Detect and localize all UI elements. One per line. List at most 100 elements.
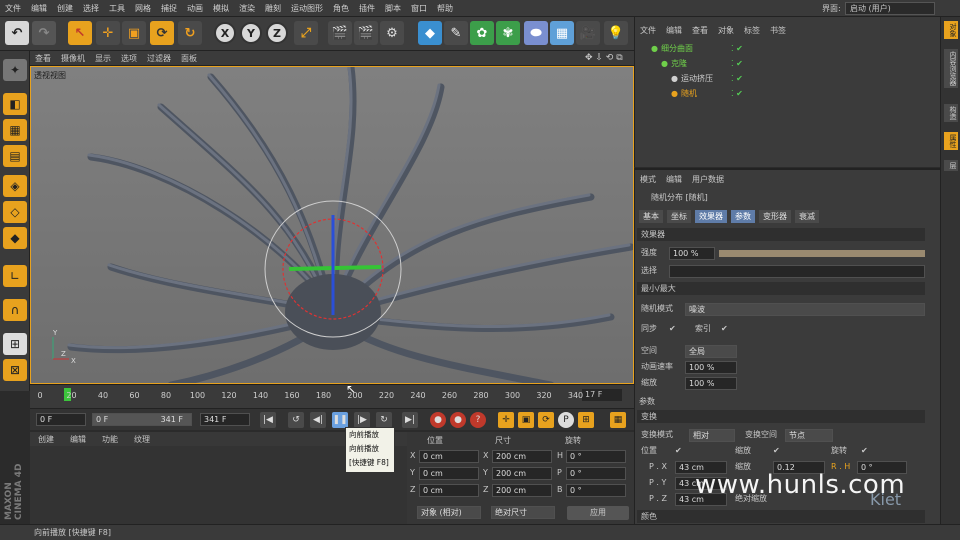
size-mode-select[interactable]: 绝对尺寸 <box>491 506 555 519</box>
object-menu-item[interactable]: 查看 <box>687 25 713 36</box>
make-editable-icon[interactable]: ✦ <box>3 59 27 81</box>
rotation-checkbox[interactable]: ✔ <box>861 444 868 458</box>
render-picture-viewer-icon[interactable]: 🎬 <box>354 21 378 45</box>
key-position-icon[interactable]: ✛ <box>498 412 514 428</box>
snap-icon[interactable]: ∩ <box>3 299 27 321</box>
attribute-menu-item[interactable]: 编辑 <box>661 174 687 185</box>
timeline-window-icon[interactable]: ▦ <box>610 412 626 428</box>
position-field[interactable]: 0 cm <box>419 484 479 497</box>
go-to-start-icon[interactable]: |◀ <box>260 412 276 428</box>
right-panel-tab[interactable]: 层 <box>944 160 958 171</box>
key-parameter-icon[interactable]: P <box>558 412 574 428</box>
floor-icon[interactable]: ▦ <box>550 21 574 45</box>
spline-pen-icon[interactable]: ✎ <box>444 21 468 45</box>
size-field[interactable]: 200 cm <box>492 467 552 480</box>
menu-item[interactable]: 雕刻 <box>260 3 286 14</box>
generator-icon[interactable]: ✿ <box>470 21 494 45</box>
object-row[interactable]: ● 克隆 ⁚ ✔ <box>635 56 941 71</box>
right-panel-tab[interactable]: 属性 <box>944 132 958 150</box>
object-menu-item[interactable]: 书签 <box>765 25 791 36</box>
menu-item[interactable]: 创建 <box>52 3 78 14</box>
coordinate-system-icon[interactable]: ⤢ <box>294 21 318 45</box>
loop-forward-icon[interactable]: ↻ <box>376 412 392 428</box>
key-scale-icon[interactable]: ▣ <box>518 412 534 428</box>
go-to-end-icon[interactable]: ▶| <box>402 412 418 428</box>
axis-mode-icon[interactable]: ∟ <box>3 265 27 287</box>
workplane-icon[interactable]: ▤ <box>3 145 27 167</box>
attribute-tab[interactable]: 坐标 <box>667 210 691 223</box>
visibility-toggle-icon[interactable]: ⁚ ✔ <box>731 86 743 101</box>
render-view-icon[interactable]: 🎬 <box>328 21 352 45</box>
rotate-icon[interactable]: ⟳ <box>150 21 174 45</box>
texture-mode-icon[interactable]: ▦ <box>3 119 27 141</box>
edges-mode-icon[interactable]: ◇ <box>3 201 27 223</box>
size-field[interactable]: 200 cm <box>492 450 552 463</box>
visibility-toggle-icon[interactable]: ⁚ ✔ <box>731 56 743 71</box>
menu-item[interactable]: 选择 <box>78 3 104 14</box>
object-menu-item[interactable]: 对象 <box>713 25 739 36</box>
step-forward-icon[interactable]: |▶ <box>354 412 370 428</box>
attribute-tab[interactable]: 衰减 <box>795 210 819 223</box>
position-field[interactable]: 0 cm <box>419 467 479 480</box>
space-select[interactable]: 全局 <box>685 345 737 358</box>
points-mode-icon[interactable]: ◈ <box>3 175 27 197</box>
minmax-section[interactable]: 最小/最大 <box>637 282 925 295</box>
object-row[interactable]: ● 运动挤压 ⁚ ✔ <box>635 71 941 86</box>
recent-tool-icon[interactable]: ↻ <box>178 21 202 45</box>
menu-item[interactable]: 网格 <box>130 3 156 14</box>
attribute-tab[interactable]: 效果器 <box>695 210 727 223</box>
strength-field[interactable]: 100 % <box>669 247 715 260</box>
attribute-menu-item[interactable]: 模式 <box>635 174 661 185</box>
visibility-toggle-icon[interactable]: ⁚ ✔ <box>731 41 743 56</box>
polygons-mode-icon[interactable]: ◆ <box>3 227 27 249</box>
menu-item[interactable]: 插件 <box>354 3 380 14</box>
attribute-tab[interactable]: 基本 <box>639 210 663 223</box>
size-field[interactable]: 200 cm <box>492 484 552 497</box>
right-panel-tab[interactable]: 对象 <box>944 21 958 39</box>
timeline-ruler[interactable]: 17 F 0 20 40 60 80 100 120 140 160 180 200 220 240 26… <box>30 384 634 408</box>
material-menu-item[interactable]: 创建 <box>30 434 62 445</box>
attribute-tab[interactable]: 变形器 <box>759 210 791 223</box>
keyframe-selection-icon[interactable]: ? <box>470 412 486 428</box>
rotation-field[interactable]: 0 ° <box>566 484 626 497</box>
index-checkbox[interactable]: ✔ <box>721 322 728 336</box>
menu-item[interactable]: 模拟 <box>208 3 234 14</box>
menu-item[interactable]: 编辑 <box>26 3 52 14</box>
live-select-icon[interactable]: ↖ <box>68 21 92 45</box>
render-settings-icon[interactable]: ⚙ <box>380 21 404 45</box>
rotation-field[interactable]: 0 ° <box>566 450 626 463</box>
viewport-menu-item[interactable]: 面板 <box>176 53 202 64</box>
current-frame-field[interactable]: 17 F <box>582 389 622 401</box>
key-rotation-icon[interactable]: ⟳ <box>538 412 554 428</box>
workplane-lock-icon[interactable]: ⊠ <box>3 359 27 381</box>
scale-field[interactable]: 100 % <box>685 377 737 390</box>
position-field[interactable]: 0 cm <box>419 450 479 463</box>
visibility-toggle-icon[interactable]: ⁚ ✔ <box>731 71 743 86</box>
scale-checkbox[interactable]: ✔ <box>773 444 780 458</box>
menu-item[interactable]: 文件 <box>0 3 26 14</box>
record-icon[interactable]: ● <box>430 412 446 428</box>
menu-item[interactable]: 帮助 <box>432 3 458 14</box>
object-menu-item[interactable]: 编辑 <box>661 25 687 36</box>
step-back-icon[interactable]: ◀| <box>310 412 326 428</box>
layout-select[interactable]: 启动 (用户) <box>845 2 935 15</box>
y-axis-lock-button[interactable]: Y <box>240 22 262 44</box>
material-menu-item[interactable]: 编辑 <box>62 434 94 445</box>
auto-key-icon[interactable]: ● <box>450 412 466 428</box>
mograph-cloner-icon[interactable]: ✾ <box>496 21 520 45</box>
transform-section[interactable]: 变换 <box>637 410 925 423</box>
frame-range-slider[interactable]: 0 F 341 F <box>92 413 192 426</box>
menu-item[interactable]: 捕捉 <box>156 3 182 14</box>
end-frame-field[interactable]: 341 F <box>200 413 250 426</box>
object-menu-item[interactable]: 标签 <box>739 25 765 36</box>
transform-space-select[interactable]: 节点 <box>785 429 833 442</box>
anim-speed-field[interactable]: 100 % <box>685 361 737 374</box>
undo-icon[interactable]: ↶ <box>5 21 29 45</box>
menu-item[interactable]: 脚本 <box>380 3 406 14</box>
right-panel-tab[interactable]: 内容浏览器 <box>944 49 958 88</box>
start-frame-field[interactable]: 0 F <box>36 413 86 426</box>
strength-slider[interactable] <box>719 250 925 257</box>
cube-icon[interactable]: ◆ <box>418 21 442 45</box>
material-menu-item[interactable]: 功能 <box>94 434 126 445</box>
right-panel-tab[interactable]: 构造 <box>944 104 958 122</box>
